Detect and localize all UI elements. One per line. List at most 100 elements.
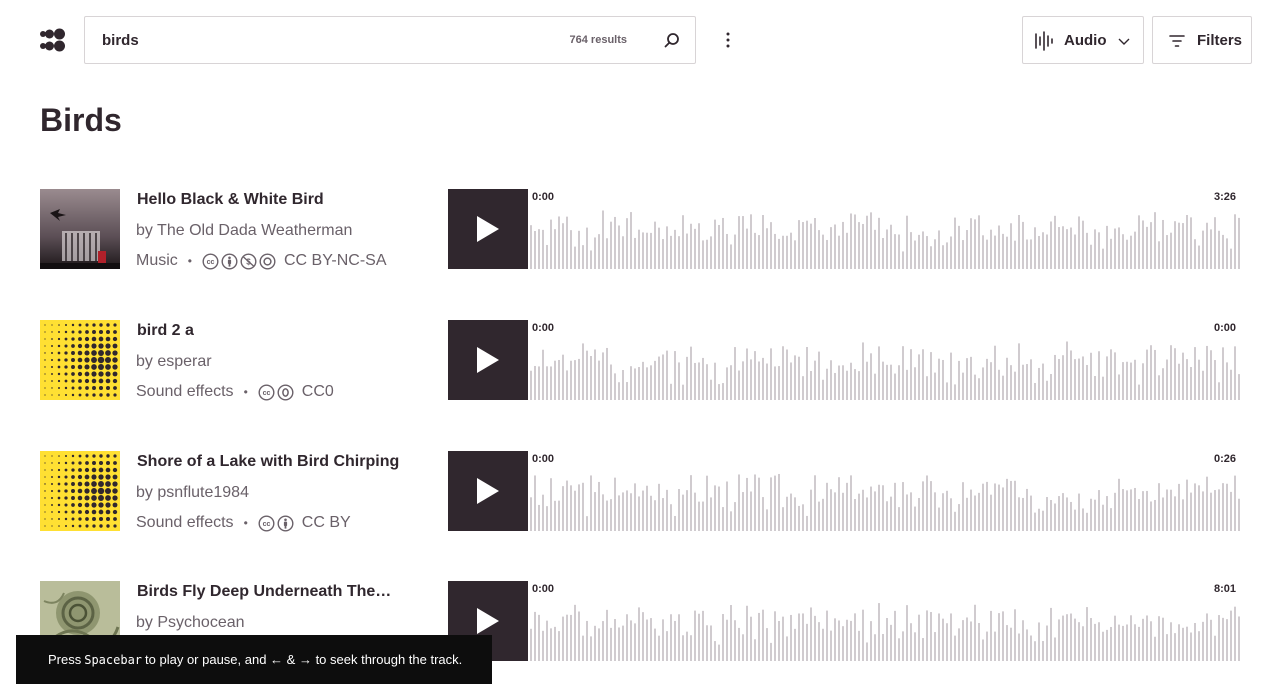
waveform-bar	[890, 496, 892, 531]
waveform-bar	[1014, 609, 1016, 661]
waveform-bar	[1010, 223, 1012, 269]
openverse-logo-icon[interactable]	[40, 28, 65, 52]
play-button[interactable]	[448, 320, 528, 400]
waveform-bar	[1234, 346, 1236, 400]
waveform-bar	[1046, 234, 1048, 269]
waveform[interactable]	[528, 189, 1240, 269]
svg-text:cc: cc	[207, 259, 215, 266]
result-thumbnail[interactable]	[40, 451, 120, 531]
waveform-bar	[578, 484, 580, 531]
waveform-bar	[810, 489, 812, 531]
result-license[interactable]: CC BY-NC-SA	[284, 252, 387, 270]
waveform-bar	[1070, 350, 1072, 400]
filters-button[interactable]: Filters	[1152, 16, 1252, 64]
waveform[interactable]	[528, 320, 1240, 400]
result-title[interactable]: bird 2 a	[137, 322, 194, 340]
waveform-bar	[562, 223, 564, 269]
waveform-bar	[690, 635, 692, 661]
waveform-bar	[758, 235, 760, 269]
waveform-bar	[674, 351, 676, 400]
result-title[interactable]: Shore of a Lake with Bird Chirping	[137, 453, 399, 471]
waveform[interactable]	[528, 581, 1240, 661]
audio-result-row[interactable]: bird 2 a by esperar Sound effects • cc C…	[40, 320, 1240, 401]
waveform-bar	[870, 486, 872, 531]
waveform-bar	[766, 509, 768, 531]
waveform-bar	[706, 364, 708, 400]
time-current: 0:00	[532, 583, 555, 595]
result-license[interactable]: CC0	[302, 383, 334, 401]
waveform-bar	[586, 350, 588, 400]
waveform-bar	[810, 370, 812, 400]
waveform-bar	[834, 618, 836, 661]
waveform-bar	[618, 382, 620, 400]
waveform[interactable]	[528, 451, 1240, 531]
waveform-bar	[786, 636, 788, 661]
waveform-bar	[1214, 490, 1216, 531]
waveform-bar	[1234, 214, 1236, 269]
waveform-bar	[1210, 619, 1212, 661]
audio-result-row[interactable]: Shore of a Lake with Bird Chirping by ps…	[40, 451, 1240, 532]
waveform-bar	[878, 484, 880, 531]
waveform-bar	[850, 620, 852, 661]
waveform-bar	[826, 610, 828, 661]
waveform-bar	[1114, 492, 1116, 531]
placeholder-dots-image	[40, 320, 120, 400]
result-creator: by Psychocean	[136, 614, 245, 631]
result-title[interactable]: Hello Black & White Bird	[137, 191, 324, 209]
waveform-bar	[662, 619, 664, 661]
waveform-bar	[1134, 487, 1136, 531]
waveform-bar	[1162, 219, 1164, 269]
content-type-button[interactable]: Audio	[1022, 16, 1144, 64]
result-license[interactable]: CC BY	[302, 514, 351, 532]
waveform-bar	[922, 231, 924, 269]
waveform-bar	[710, 625, 712, 661]
waveform-bar	[542, 349, 544, 400]
search-input[interactable]	[85, 17, 570, 63]
waveform-bar	[1198, 245, 1200, 269]
waveform-bar	[1238, 217, 1240, 269]
waveform-bar	[1230, 248, 1232, 269]
waveform-bar	[1154, 349, 1156, 400]
waveform-bar	[866, 642, 868, 661]
waveform-bar	[886, 229, 888, 269]
waveform-bar	[730, 605, 732, 661]
search-button[interactable]	[649, 17, 695, 63]
waveform-bar	[610, 499, 612, 531]
waveform-bar	[734, 620, 736, 661]
play-icon	[477, 347, 499, 373]
waveform-bar	[702, 610, 704, 661]
waveform-bar	[1034, 383, 1036, 400]
waveform-bar	[610, 627, 612, 661]
waveform-bar	[770, 477, 772, 531]
waveform-bar	[1118, 624, 1120, 661]
waveform-bar	[978, 378, 980, 400]
waveform-bar	[806, 347, 808, 400]
waveform-bar	[858, 493, 860, 531]
waveform-bar	[1010, 365, 1012, 400]
play-button[interactable]	[448, 451, 528, 531]
waveform-bar	[1166, 634, 1168, 661]
waveform-bar	[782, 346, 784, 400]
waveform-bar	[566, 614, 568, 661]
time-current: 0:00	[532, 322, 555, 334]
result-thumbnail[interactable]	[40, 189, 120, 269]
waveform-bar	[606, 347, 608, 400]
waveform-bar	[754, 639, 756, 661]
waveform-bar	[674, 515, 676, 531]
result-thumbnail[interactable]	[40, 320, 120, 400]
play-button[interactable]	[448, 189, 528, 269]
waveform-bar	[726, 619, 728, 661]
menu-button[interactable]	[716, 28, 740, 52]
waveform-bar	[866, 361, 868, 400]
audio-result-row[interactable]: Hello Black & White Bird by The Old Dada…	[40, 189, 1240, 270]
result-title[interactable]: Birds Fly Deep Underneath The…	[137, 583, 391, 601]
waveform-bar	[1142, 220, 1144, 269]
waveform-bar	[754, 351, 756, 400]
waveform-bar	[834, 372, 836, 400]
waveform-bar	[678, 236, 680, 269]
waveform-bar	[850, 213, 852, 269]
waveform-bar	[1230, 610, 1232, 661]
waveform-bar	[654, 221, 656, 269]
play-icon	[477, 608, 499, 634]
waveform-bar	[1054, 637, 1056, 661]
